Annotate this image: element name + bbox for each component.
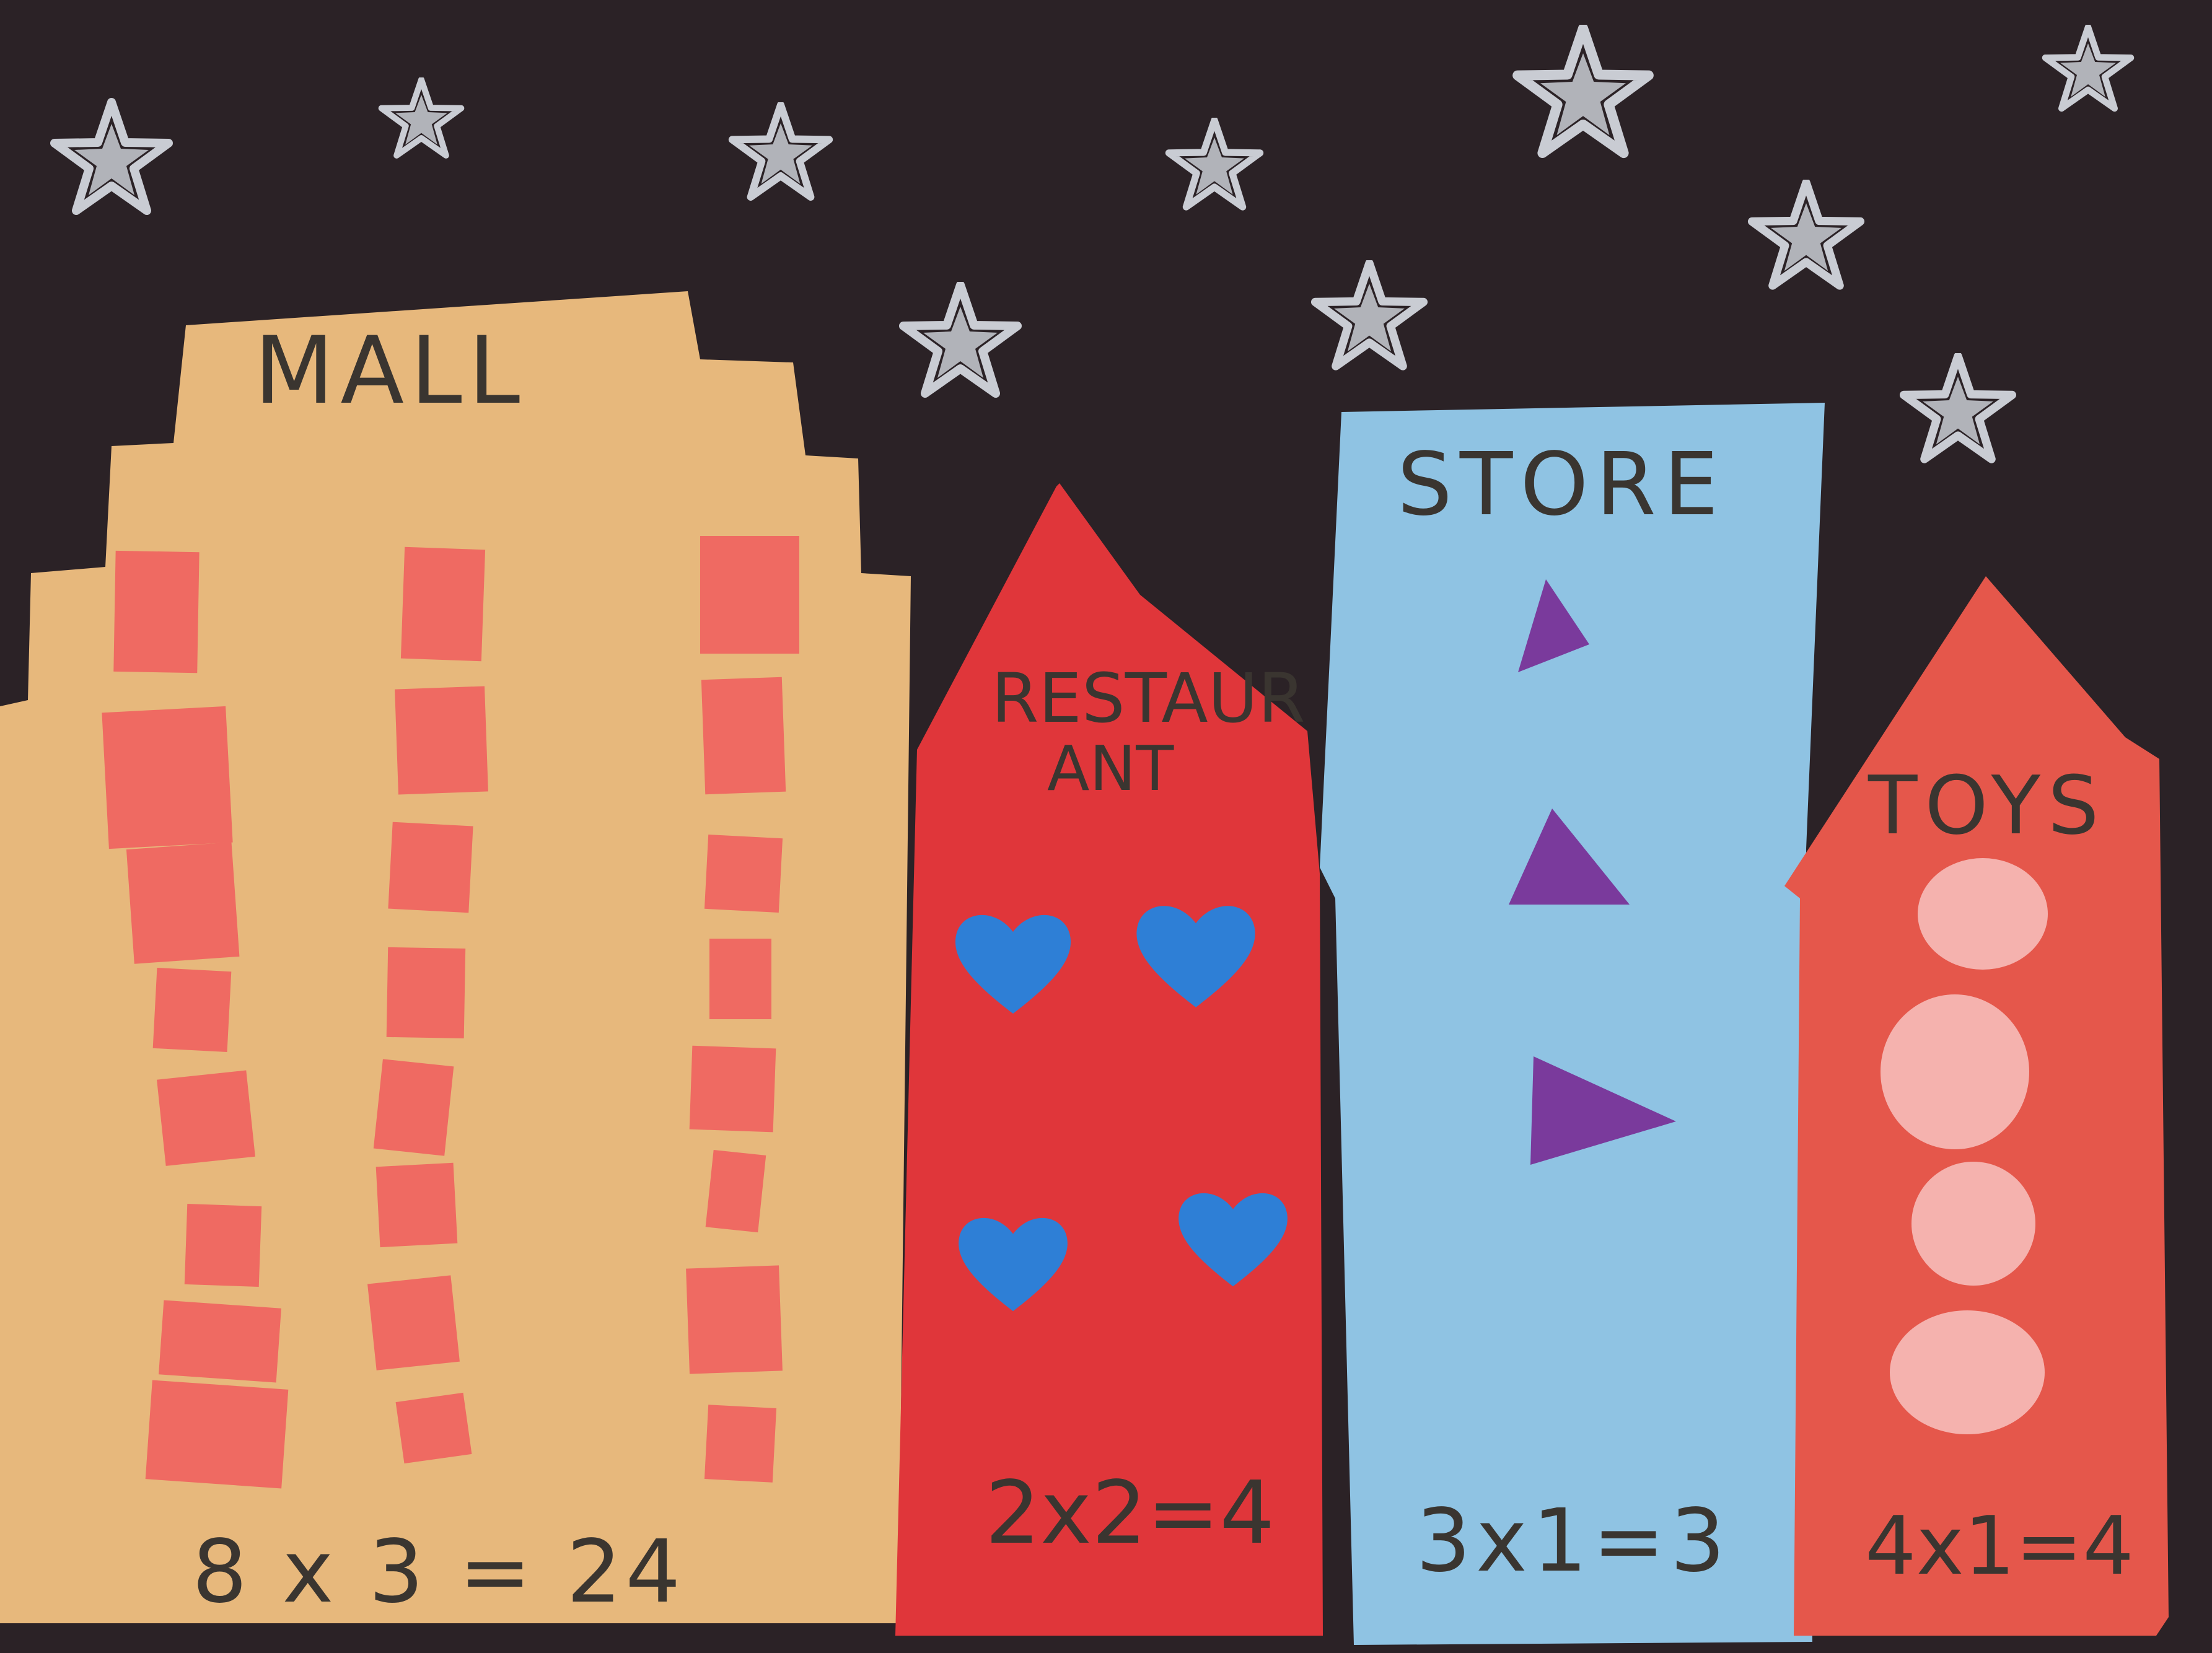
square-window-icon xyxy=(686,1265,783,1374)
square-window-icon xyxy=(700,536,799,654)
square-window-icon xyxy=(145,1380,289,1489)
restaurant-label-line1: RESTAUR xyxy=(991,659,1306,738)
circle-icon xyxy=(1918,858,2048,970)
toys-label: TOYS xyxy=(1867,758,2107,853)
square-window-icon xyxy=(367,1275,460,1370)
mall-building: MALL 8 x 3 = 24 xyxy=(0,291,911,1623)
circle-icon xyxy=(1890,1310,2045,1434)
mall-equation: 8 x 3 = 24 xyxy=(192,1522,684,1623)
square-window-icon xyxy=(113,550,200,673)
square-window-icon xyxy=(709,939,771,1019)
square-window-icon xyxy=(373,1059,454,1156)
restaurant-label-line2: ANT xyxy=(1047,732,1174,805)
square-window-icon xyxy=(395,686,488,795)
store-label: STORE xyxy=(1397,434,1726,535)
square-window-icon xyxy=(704,1405,777,1483)
store-equation: 3x1=3 xyxy=(1416,1491,1730,1592)
square-window-icon xyxy=(400,546,486,662)
store-paper xyxy=(1320,403,1825,1645)
square-window-icon xyxy=(375,1162,458,1248)
square-window-icon xyxy=(184,1203,262,1287)
square-window-icon xyxy=(102,706,233,849)
square-window-icon xyxy=(157,1070,255,1166)
restaurant-equation: 2x2=4 xyxy=(985,1463,1275,1564)
circle-icon xyxy=(1881,994,2029,1149)
square-window-icon xyxy=(126,842,240,964)
square-window-icon xyxy=(388,822,473,913)
circle-icon xyxy=(1911,1162,2035,1286)
square-window-icon xyxy=(689,1045,776,1133)
square-window-icon xyxy=(386,947,466,1039)
square-window-icon xyxy=(704,834,783,913)
square-window-icon xyxy=(395,1392,472,1464)
square-window-icon xyxy=(701,677,786,795)
toys-equation: 4x1=4 xyxy=(1865,1499,2134,1593)
square-window-icon xyxy=(152,967,232,1053)
mall-label: MALL xyxy=(254,317,526,425)
square-window-icon xyxy=(705,1149,766,1233)
store-building: STORE 3x1=3 xyxy=(1320,403,1825,1645)
paper-collage-city: MALL 8 x 3 = 24 RESTAUR ANT 2x2=4 STORE … xyxy=(0,0,2212,1653)
square-window-icon xyxy=(159,1300,281,1383)
